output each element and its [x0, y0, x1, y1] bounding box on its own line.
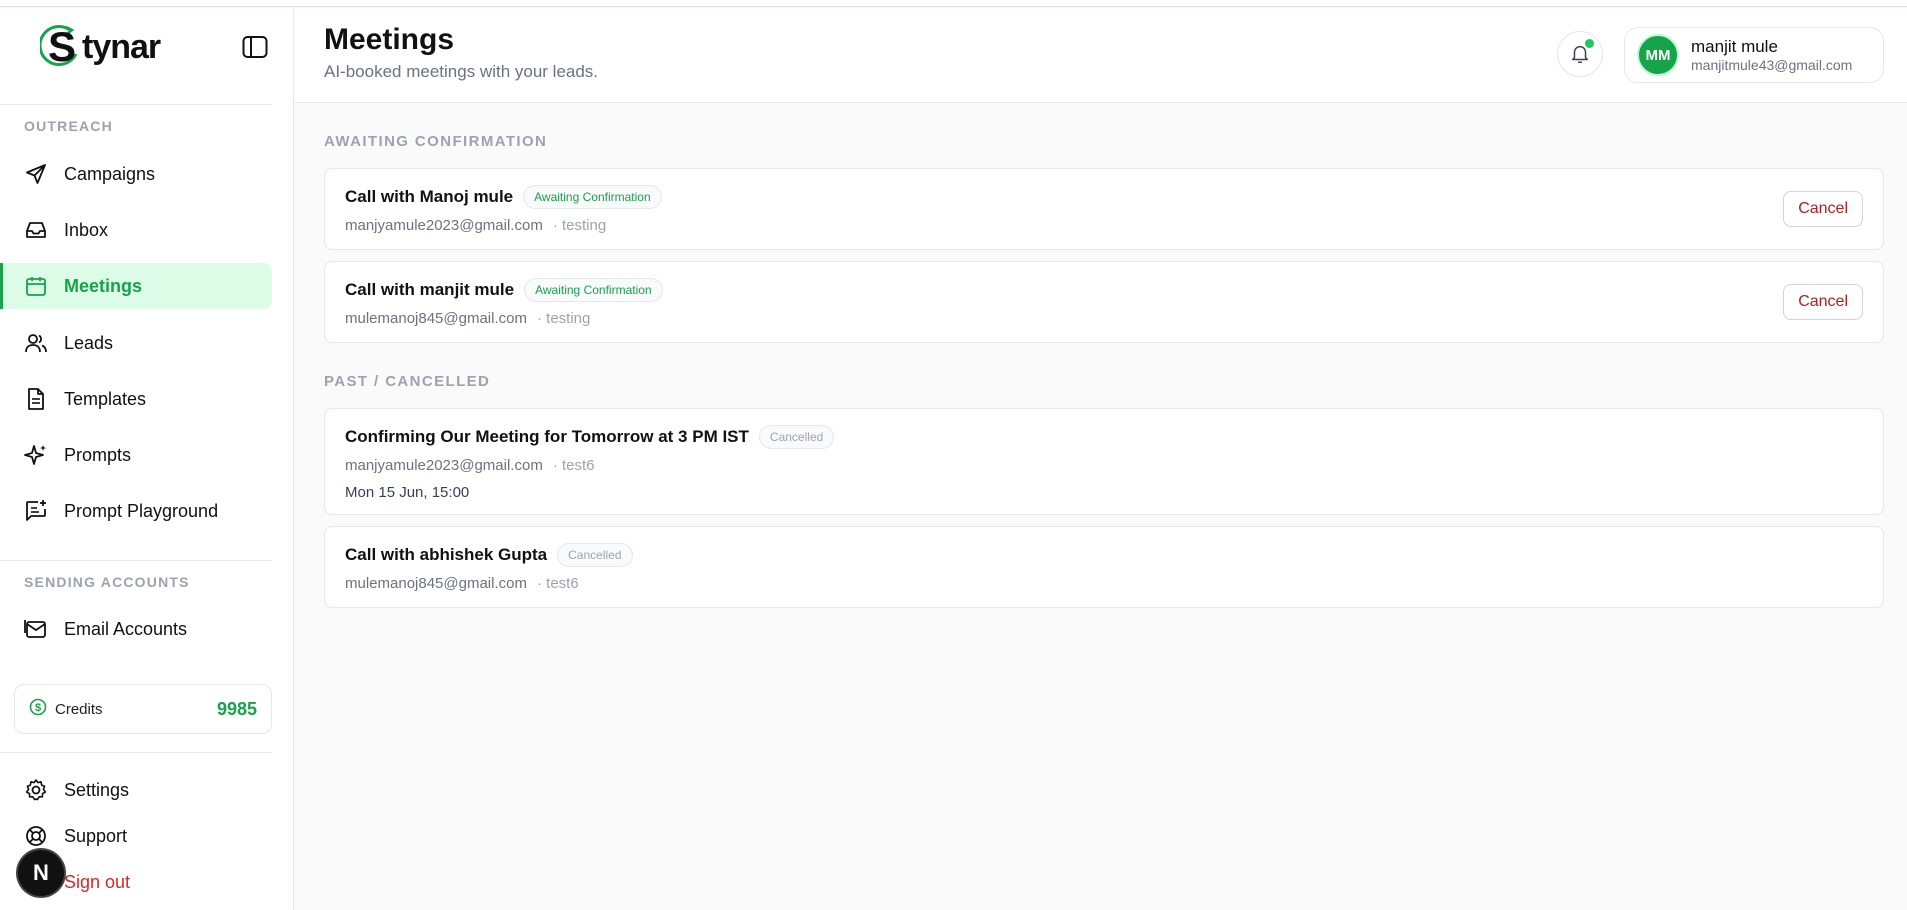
- credits-card: $ Credits 9985: [14, 684, 272, 734]
- calendar-icon: [24, 274, 48, 298]
- dev-tools-badge[interactable]: N: [18, 850, 64, 896]
- cancel-button[interactable]: Cancel: [1783, 284, 1863, 320]
- logo-row: S tynar: [40, 22, 270, 72]
- mail-icon: [24, 617, 48, 641]
- sidebar-item-label: Templates: [64, 388, 147, 409]
- sidebar-divider: [0, 752, 272, 753]
- sparkle-icon: [24, 443, 48, 467]
- meeting-email: mulemanoj845@gmail.com: [345, 575, 527, 592]
- status-badge: Awaiting Confirmation: [523, 185, 662, 209]
- top-border: [0, 0, 1907, 7]
- meeting-card: Confirming Our Meeting for Tomorrow at 3…: [324, 408, 1884, 515]
- status-badge: Cancelled: [758, 425, 835, 449]
- credits-label: Credits: [55, 700, 103, 718]
- sidebar: S tynar OUTREACH Campaigns Inbox Meeting…: [0, 0, 294, 910]
- page-title: Meetings: [324, 23, 455, 56]
- meeting-card: Call with abhishek Gupta Cancelled mulem…: [324, 526, 1884, 608]
- users-icon: [24, 331, 48, 355]
- sidebar-item-campaigns[interactable]: Campaigns: [0, 151, 272, 197]
- meeting-email: mulemanoj845@gmail.com: [345, 310, 527, 327]
- meeting-title: Call with abhishek Gupta: [345, 545, 548, 564]
- meeting-topic: · testing: [536, 310, 591, 327]
- section-title-outreach: OUTREACH: [24, 118, 113, 134]
- sidebar-item-templates[interactable]: Templates: [0, 376, 272, 422]
- sidebar-divider: [0, 104, 272, 105]
- section-title-sending-accounts: SENDING ACCOUNTS: [24, 574, 190, 590]
- page-subtitle: AI-booked meetings with your leads.: [324, 62, 599, 81]
- sidebar-toggle-button[interactable]: [240, 32, 270, 62]
- meeting-meta: manjyamule2023@gmail.com · testing: [345, 217, 1863, 234]
- status-badge: Awaiting Confirmation: [524, 278, 663, 302]
- sidebar-item-label: Meetings: [64, 275, 143, 296]
- sidebar-item-email-accounts[interactable]: Email Accounts: [0, 606, 272, 652]
- meeting-meta: manjyamule2023@gmail.com · test6: [345, 457, 1863, 474]
- sidebar-item-settings[interactable]: Settings: [0, 770, 272, 810]
- lifebuoy-icon: [24, 824, 48, 848]
- sidebar-toggle-icon: [242, 36, 268, 58]
- meeting-meta: mulemanoj845@gmail.com · test6: [345, 575, 1863, 592]
- meeting-meta: mulemanoj845@gmail.com · testing: [345, 310, 1863, 327]
- sidebar-item-prompts[interactable]: Prompts: [0, 432, 272, 478]
- notifications-button[interactable]: [1557, 31, 1603, 77]
- sidebar-item-label: Prompts: [64, 444, 132, 465]
- user-info: manjit mule manjitmule43@gmail.com: [1691, 37, 1865, 73]
- meeting-title: Call with manjit mule: [345, 280, 515, 299]
- dollar-icon: $: [29, 698, 47, 721]
- user-name: manjit mule: [1691, 37, 1778, 56]
- send-icon: [24, 162, 48, 186]
- sidebar-item-label: Prompt Playground: [64, 500, 219, 521]
- sidebar-item-leads[interactable]: Leads: [0, 320, 272, 366]
- meeting-card: Call with manjit mule Awaiting Confirmat…: [324, 261, 1884, 343]
- sidebar-item-label: Settings: [64, 779, 130, 800]
- notification-dot: [1585, 39, 1594, 48]
- avatar: MM: [1637, 34, 1679, 76]
- meeting-topic: · test6: [536, 575, 579, 592]
- sidebar-divider: [0, 560, 272, 561]
- sidebar-item-inbox[interactable]: Inbox: [0, 207, 272, 253]
- meeting-topic: · test6: [552, 457, 595, 474]
- meeting-email: manjyamule2023@gmail.com: [345, 217, 543, 234]
- svg-text:$: $: [35, 702, 41, 714]
- status-badge: Cancelled: [557, 543, 633, 567]
- gear-icon: [24, 778, 48, 802]
- meeting-title: Call with Manoj mule: [345, 187, 514, 206]
- logo[interactable]: S tynar: [40, 22, 270, 72]
- sidebar-item-label: Leads: [64, 332, 114, 353]
- user-menu[interactable]: MM manjit mule manjitmule43@gmail.com: [1624, 27, 1884, 83]
- logo-initial: S: [48, 23, 77, 70]
- sidebar-item-label: Email Accounts: [64, 618, 188, 639]
- document-icon: [24, 387, 48, 411]
- inbox-icon: [24, 218, 48, 242]
- sidebar-item-label: Sign out: [64, 871, 131, 892]
- meeting-topic: · testing: [552, 217, 607, 234]
- sidebar-item-prompt-playground[interactable]: Prompt Playground: [0, 488, 272, 534]
- meeting-title: Confirming Our Meeting for Tomorrow at 3…: [345, 427, 749, 446]
- section-label-awaiting: AWAITING CONFIRMATION: [324, 133, 548, 150]
- chat-plus-icon: [24, 499, 48, 523]
- meeting-email: manjyamule2023@gmail.com: [345, 457, 543, 474]
- sidebar-item-label: Campaigns: [64, 163, 156, 184]
- user-email: manjitmule43@gmail.com: [1691, 57, 1853, 73]
- sidebar-item-label: Support: [64, 825, 128, 846]
- section-label-past: PAST / CANCELLED: [324, 373, 491, 390]
- sidebar-item-label: Inbox: [64, 219, 109, 240]
- meeting-card: Call with Manoj mule Awaiting Confirmati…: [324, 168, 1884, 250]
- meeting-time: Mon 15 Jun, 15:00: [345, 484, 470, 501]
- cancel-button[interactable]: Cancel: [1783, 191, 1863, 227]
- sidebar-item-meetings[interactable]: Meetings: [0, 263, 272, 309]
- logo-mark: S: [40, 24, 82, 70]
- logo-text: tynar: [82, 28, 161, 66]
- page-header: Meetings AI-booked meetings with your le…: [295, 7, 1907, 103]
- credits-value: 9985: [216, 698, 257, 719]
